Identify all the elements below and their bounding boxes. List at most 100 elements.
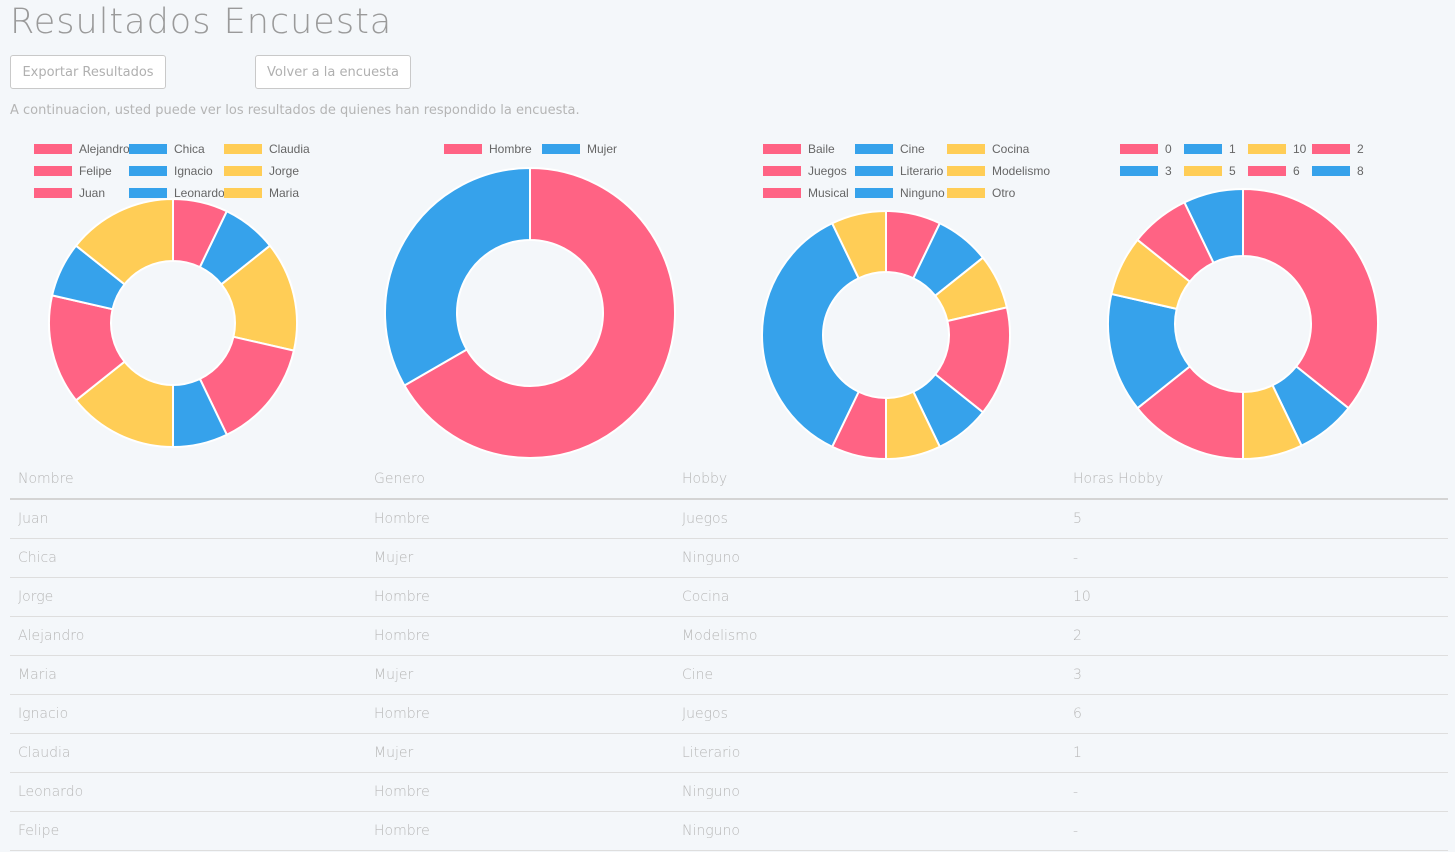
cell-genero: Mujer — [366, 538, 674, 578]
chart-hobby: Baile Cine Cocina Juegos Literario Modelismo M… — [761, 142, 1050, 461]
legend-swatch — [1312, 166, 1350, 176]
legend-label: Maria — [269, 186, 299, 200]
legend-item[interactable]: Claudia — [224, 142, 310, 156]
export-results-button[interactable]: Exportar Resultados — [10, 55, 166, 89]
chart-genero: Hombre Mujer — [384, 142, 676, 459]
header-nombre[interactable]: Nombre — [10, 460, 366, 500]
legend-item[interactable]: Baile — [763, 142, 835, 156]
legend-item[interactable]: Ninguno — [855, 186, 945, 200]
legend-swatch — [947, 188, 985, 198]
legend-item[interactable]: Chica — [129, 142, 205, 156]
legend-swatch — [855, 188, 893, 198]
legend-item[interactable]: Cine — [855, 142, 925, 156]
slice-mujer[interactable] — [384, 166, 531, 387]
cell-horas: 10 — [1065, 577, 1448, 617]
legend-item[interactable]: Leonardo — [129, 186, 225, 200]
legend-item[interactable]: 2 — [1312, 142, 1364, 156]
legend-item[interactable]: Musical — [763, 186, 849, 200]
cell-horas: - — [1065, 538, 1448, 578]
legend-label: 3 — [1165, 164, 1172, 178]
legend-item[interactable]: Maria — [224, 186, 299, 200]
legend-swatch — [1248, 144, 1286, 154]
cell-hobby: Literario — [674, 733, 1065, 773]
legend-item[interactable]: Modelismo — [947, 164, 1050, 178]
legend-label: Literario — [900, 164, 944, 178]
legend-label: Claudia — [269, 142, 310, 156]
cell-nombre: Alejandro — [10, 616, 366, 656]
legend-item[interactable]: 5 — [1184, 164, 1236, 178]
intro-text: A continuacion, usted puede ver los resu… — [10, 103, 580, 118]
table-row: Maria Mujer Cine 3 — [10, 655, 1448, 695]
legend-swatch — [1312, 144, 1350, 154]
table-row: Felipe Hombre Ninguno - — [10, 811, 1448, 851]
legend-item[interactable]: Literario — [855, 164, 944, 178]
legend-label: 5 — [1229, 164, 1236, 178]
legend-label: 8 — [1357, 164, 1364, 178]
page-title: Resultados Encuesta — [10, 2, 393, 42]
cell-hobby: Juegos — [674, 694, 1065, 734]
legend-swatch — [947, 166, 985, 176]
legend-swatch — [129, 166, 167, 176]
legend-item[interactable]: 8 — [1312, 164, 1364, 178]
cell-hobby: Juegos — [674, 499, 1065, 539]
legend-label: Musical — [808, 186, 849, 200]
back-to-survey-button[interactable]: Volver a la encuesta — [255, 55, 411, 89]
legend-swatch — [1120, 144, 1158, 154]
legend-item[interactable]: Juan — [34, 186, 105, 200]
legend-item[interactable]: Felipe — [34, 164, 112, 178]
legend-label: Jorge — [269, 164, 299, 178]
cell-nombre: Maria — [10, 655, 366, 695]
chart-horas-hobby: 0 1 10 2 3 5 6 8 — [1107, 142, 1379, 461]
cell-hobby: Ninguno — [674, 772, 1065, 812]
results-table: Nombre Genero Hobby Horas Hobby Juan Hom… — [10, 460, 1448, 851]
slice-0[interactable] — [1242, 187, 1379, 410]
cell-horas: 2 — [1065, 616, 1448, 656]
legend-label: Ninguno — [900, 186, 945, 200]
legend-label: 6 — [1293, 164, 1300, 178]
legend-label: Alejandro — [79, 142, 130, 156]
cell-nombre: Chica — [10, 538, 366, 578]
legend-item[interactable]: Juegos — [763, 164, 847, 178]
legend-label: Cine — [900, 142, 925, 156]
cell-genero: Mujer — [366, 733, 674, 773]
cell-hobby: Ninguno — [674, 538, 1065, 578]
cell-horas: 3 — [1065, 655, 1448, 695]
legend-item[interactable]: Ignacio — [129, 164, 213, 178]
cell-horas: 6 — [1065, 694, 1448, 734]
legend-item[interactable]: Hombre — [444, 142, 532, 156]
cell-nombre: Leonardo — [10, 772, 366, 812]
legend-item[interactable]: Jorge — [224, 164, 299, 178]
header-horas-hobby[interactable]: Horas Hobby — [1065, 460, 1448, 500]
cell-nombre: Jorge — [10, 577, 366, 617]
legend-item[interactable]: 10 — [1248, 142, 1307, 156]
cell-hobby: Cocina — [674, 577, 1065, 617]
cell-horas: - — [1065, 772, 1448, 812]
legend-item[interactable]: 0 — [1120, 142, 1172, 156]
legend-label: Hombre — [489, 142, 532, 156]
legend-item[interactable]: Cocina — [947, 142, 1030, 156]
legend-item[interactable]: 6 — [1248, 164, 1300, 178]
legend-item[interactable]: Alejandro — [34, 142, 130, 156]
legend-item[interactable]: Otro — [947, 186, 1016, 200]
legend-label: Felipe — [79, 164, 112, 178]
cell-genero: Hombre — [366, 772, 674, 812]
cell-nombre: Claudia — [10, 733, 366, 773]
legend-label: 2 — [1357, 142, 1364, 156]
header-hobby[interactable]: Hobby — [674, 460, 1065, 500]
legend-label: Chica — [174, 142, 205, 156]
legend-item[interactable]: 3 — [1120, 164, 1172, 178]
legend-swatch — [542, 144, 580, 154]
cell-horas: - — [1065, 811, 1448, 851]
cell-hobby: Cine — [674, 655, 1065, 695]
table-row: Leonardo Hombre Ninguno - — [10, 772, 1448, 812]
legend-item[interactable]: 1 — [1184, 142, 1236, 156]
cell-genero: Hombre — [366, 499, 674, 539]
slice-ninguno[interactable] — [761, 221, 860, 449]
cell-nombre: Juan — [10, 499, 366, 539]
header-genero[interactable]: Genero — [366, 460, 674, 500]
cell-genero: Hombre — [366, 577, 674, 617]
legend-swatch — [129, 188, 167, 198]
legend-swatch — [34, 166, 72, 176]
cell-nombre: Felipe — [10, 811, 366, 851]
legend-item[interactable]: Mujer — [542, 142, 617, 156]
